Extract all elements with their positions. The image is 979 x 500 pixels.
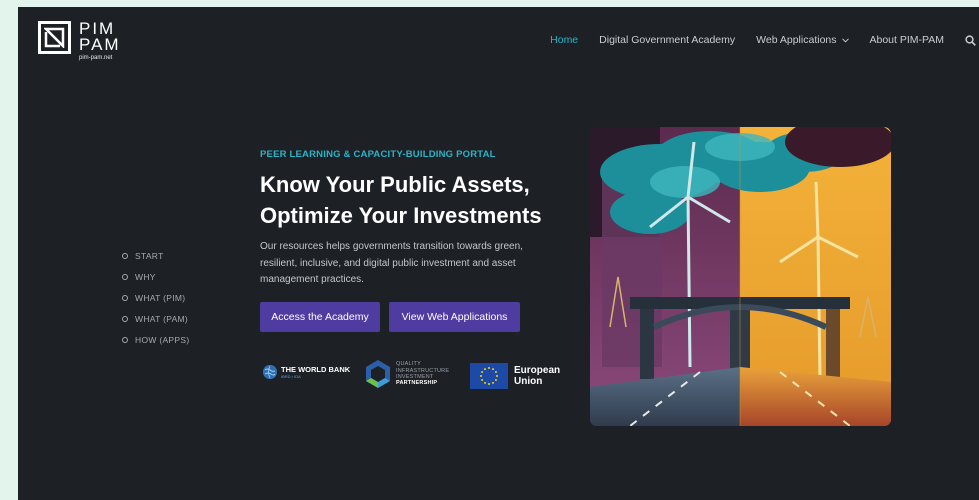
circle-icon xyxy=(122,252,128,259)
eu-star xyxy=(484,381,486,384)
dot-nav-how-apps[interactable]: HOW (APPS) xyxy=(122,329,189,350)
nav-home[interactable]: Home xyxy=(550,34,578,46)
eu-star xyxy=(481,371,484,373)
globe-icon xyxy=(263,365,277,379)
dot-nav-label: WHY xyxy=(135,271,156,282)
circle-icon xyxy=(122,273,128,280)
eu-flag-icon xyxy=(470,363,508,389)
circle-icon xyxy=(122,294,128,301)
eu-star xyxy=(492,381,494,384)
search-icon[interactable] xyxy=(965,34,979,46)
world-bank-sub: IBRD • IDA xyxy=(281,373,301,379)
eu-star xyxy=(481,379,484,381)
access-academy-button[interactable]: Access the Academy xyxy=(260,302,380,332)
nav-about[interactable]: About PIM-PAM xyxy=(870,34,945,46)
eu-star xyxy=(484,368,486,371)
eu-star xyxy=(480,375,482,377)
nav-web-applications[interactable]: Web Applications xyxy=(756,34,849,46)
eu-star xyxy=(492,368,494,371)
logo-text-pam: PAM xyxy=(79,35,121,54)
hero-headline-line2: Optimize Your Investments xyxy=(260,203,542,228)
hexagon-logo-icon xyxy=(366,360,390,388)
hero-headline: Know Your Public Assets, Optimize Your I… xyxy=(260,169,590,231)
dot-nav-what-pam[interactable]: WHAT (PAM) xyxy=(122,308,189,329)
eu-star xyxy=(496,375,498,377)
dot-nav-label: WHAT (PAM) xyxy=(135,313,189,324)
main-nav: Home Digital Government Academy Web Appl… xyxy=(550,34,979,46)
section-dot-nav: START WHY WHAT (PIM) WHAT (PAM) HOW (APP… xyxy=(122,245,189,350)
nav-digital-government-academy[interactable]: Digital Government Academy xyxy=(599,34,735,46)
dot-nav-start[interactable]: START xyxy=(122,245,189,266)
eu-star xyxy=(488,383,490,385)
dot-nav-label: START xyxy=(135,250,164,261)
hero-image xyxy=(590,127,891,426)
chevron-down-icon xyxy=(841,34,849,46)
eu-star xyxy=(494,379,497,381)
eu-line1: European xyxy=(514,365,561,376)
circle-icon xyxy=(122,336,128,343)
qii-line4: PARTNERSHIP xyxy=(396,380,438,387)
nav-web-applications-label: Web Applications xyxy=(756,34,837,46)
site-logo[interactable]: PIM PAM pim-pam.net xyxy=(38,20,121,62)
qii-partnership-logo: QUALITY INFRASTRUCTURE INVESTMENT PARTNE… xyxy=(365,359,449,389)
dot-nav-why[interactable]: WHY xyxy=(122,266,189,287)
eu-star xyxy=(488,367,490,369)
eu-line2: Union xyxy=(514,376,543,387)
view-web-applications-button[interactable]: View Web Applications xyxy=(389,302,520,332)
dot-nav-label: HOW (APPS) xyxy=(135,334,190,345)
hero-eyebrow: PEER LEARNING & CAPACITY-BUILDING PORTAL xyxy=(260,149,496,160)
eu-star xyxy=(494,371,497,373)
world-bank-logo: THE WORLD BANK IBRD • IDA xyxy=(263,365,350,379)
dot-nav-what-pim[interactable]: WHAT (PIM) xyxy=(122,287,189,308)
world-bank-name: THE WORLD BANK xyxy=(281,364,351,374)
logo-url: pim-pam.net xyxy=(79,55,113,61)
hero-headline-line1: Know Your Public Assets, xyxy=(260,172,530,197)
eu-logo: European Union xyxy=(470,363,560,389)
hero-description: Our resources helps governments transiti… xyxy=(260,241,523,285)
circle-icon xyxy=(122,315,128,322)
dot-nav-label: WHAT (PIM) xyxy=(135,292,186,303)
page: PIM PAM pim-pam.net Home Digital Governm… xyxy=(18,7,979,500)
logo-mark-icon xyxy=(38,21,71,54)
